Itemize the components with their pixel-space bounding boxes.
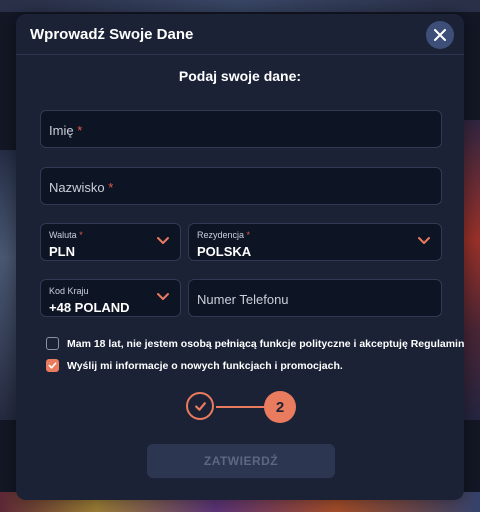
form-subtitle: Podaj swoje dane: (178, 68, 302, 84)
promo-checkbox-label: Wyślij mi informacje o nowych funkcjach … (67, 359, 343, 372)
country-code-select[interactable]: Kod Kraju +48 POLAND (40, 279, 181, 317)
step-1-completed (186, 392, 214, 420)
background-banner-top (0, 0, 480, 12)
currency-label: Waluta * (49, 230, 83, 240)
close-icon (434, 29, 446, 41)
residence-select[interactable]: Rezydencja * POLSKA (188, 223, 442, 261)
chevron-down-icon (418, 237, 430, 244)
chevron-down-icon (157, 237, 169, 244)
submit-button[interactable]: ZATWIERDŹ (147, 444, 335, 478)
checkmark-icon (194, 401, 206, 411)
step-2-current: 2 (264, 391, 296, 423)
terms-checkbox-row[interactable]: Mam 18 lat, nie jestem osobą pełniącą fu… (46, 337, 464, 350)
step-connector (216, 406, 266, 408)
last-name-field[interactable]: Nazwisko * (40, 167, 442, 205)
residence-label: Rezydencja * (197, 230, 251, 240)
registration-modal: Wprowadź Swoje Dane Podaj swoje dane: Im… (16, 14, 464, 500)
terms-checkbox-label: Mam 18 lat, nie jestem osobą pełniącą fu… (67, 337, 465, 350)
checkmark-icon (48, 362, 57, 369)
first-name-placeholder: Imię * (49, 123, 83, 138)
terms-checkbox[interactable] (46, 337, 59, 350)
first-name-field[interactable]: Imię * (40, 110, 442, 148)
country-code-value: +48 POLAND (49, 300, 130, 315)
promo-checkbox-row[interactable]: Wyślij mi informacje o nowych funkcjach … (46, 359, 343, 372)
chevron-down-icon (157, 293, 169, 300)
close-button[interactable] (426, 21, 454, 49)
last-name-placeholder: Nazwisko * (49, 180, 114, 195)
modal-header: Wprowadź Swoje Dane (16, 14, 464, 55)
promo-checkbox[interactable] (46, 359, 59, 372)
phone-number-placeholder: Numer Telefonu (197, 292, 289, 307)
modal-title: Wprowadź Swoje Dane (30, 26, 194, 43)
country-code-label: Kod Kraju (49, 286, 89, 296)
progress-stepper: 2 (186, 391, 298, 424)
currency-select[interactable]: Waluta * PLN (40, 223, 181, 261)
residence-value: POLSKA (197, 244, 252, 259)
background-banner-right (464, 120, 480, 420)
phone-number-field[interactable]: Numer Telefonu (188, 279, 442, 317)
currency-value: PLN (49, 244, 75, 259)
